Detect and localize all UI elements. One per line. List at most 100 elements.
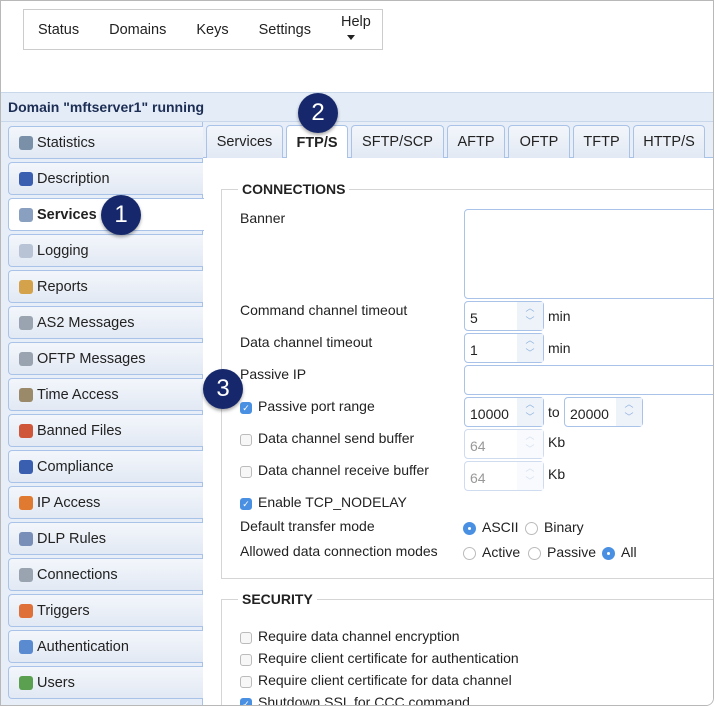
unit-kb: Kb [548,434,565,450]
send-buffer-checkbox[interactable] [240,434,252,446]
sidebar-item-connections[interactable]: Connections [8,558,203,591]
command-timeout-stepper[interactable]: 5 ︿﹀ [464,301,544,331]
sidebar-item-label: DLP Rules [37,531,106,547]
sidebar-item-dlp-rules[interactable]: DLP Rules [8,522,203,555]
receive-buffer-value: 64 [470,470,486,486]
port-to-stepper[interactable]: 20000︿﹀ [564,397,643,427]
security-checkbox[interactable] [240,676,252,688]
sidebar-item-label: Authentication [37,639,129,655]
tab-oftp[interactable]: OFTP [508,125,570,158]
send-buffer-label: Data channel send buffer [258,430,414,446]
sidebar-item-logging[interactable]: Logging [8,234,203,267]
stepper-arrows-icon[interactable]: ︿﹀ [517,334,543,362]
tab-tftp[interactable]: TFTP [573,125,630,158]
sidebar-item-label: Reports [37,279,88,295]
shield-icon [19,532,33,546]
receive-buffer-checkbox[interactable] [240,466,252,478]
passive-port-range-checkbox[interactable]: ✓ [240,402,252,414]
callout-badge-3: 3 [203,369,243,409]
trigger-icon [19,604,33,618]
security-checkbox[interactable]: ✓ [240,698,252,706]
passive-ip-label: Passive IP [240,366,306,382]
data-timeout-stepper[interactable]: 1︿﹀ [464,333,544,363]
security-checkbox[interactable] [240,654,252,666]
security-section: SECURITY [221,591,714,706]
security-checkbox[interactable] [240,632,252,644]
statistics-icon [19,136,33,150]
stepper-arrows-icon[interactable]: ︿﹀ [517,302,543,330]
security-option-label: Require client certificate for data chan… [258,672,512,688]
sidebar-item-oftp-messages[interactable]: OFTP Messages [8,342,203,375]
sidebar-item-banned-files[interactable]: Banned Files [8,414,203,447]
tcp-nodelay-label: Enable TCP_NODELAY [258,494,407,510]
receive-buffer-stepper[interactable]: 64︿﹀ [464,461,544,491]
menu-help[interactable]: Help [341,14,382,46]
port-from-stepper[interactable]: 10000︿﹀ [464,397,544,427]
active-radio[interactable] [463,547,476,560]
sidebar-item-compliance[interactable]: Compliance [8,450,203,483]
banner-textarea[interactable] [464,209,714,299]
stepper-arrows-icon[interactable]: ︿﹀ [517,398,543,426]
stepper-arrows-icon[interactable]: ︿﹀ [616,398,642,426]
command-timeout-value: 5 [470,310,478,326]
binary-radio[interactable] [525,522,538,535]
sidebar-item-authentication[interactable]: Authentication [8,630,203,663]
sidebar-item-label: Users [37,675,75,691]
person-icon [19,460,33,474]
connections-legend: CONNECTIONS [238,181,349,197]
sidebar-item-label: OFTP Messages [37,351,146,367]
transfer-mode-label: Default transfer mode [240,518,375,534]
sidebar-item-as2-messages[interactable]: AS2 Messages [8,306,203,339]
sidebar-item-users[interactable]: Users [8,666,203,699]
tab-http-s[interactable]: HTTP/S [633,125,705,158]
unit-min: min [548,308,571,324]
sidebar-item-label: Description [37,171,110,187]
passive-ip-input[interactable] [464,365,714,395]
tab-aftp[interactable]: AFTP [447,125,505,158]
ascii-radio[interactable] [463,522,476,535]
all-label: All [621,544,637,560]
tab-services[interactable]: Services [206,125,283,158]
app-window: Status Domains Keys Settings Help Domain… [0,0,714,706]
menu-keys[interactable]: Keys [196,22,228,38]
person-icon [19,172,33,186]
banned-file-icon [19,424,33,438]
sidebar-item-statistics[interactable]: Statistics [8,126,203,159]
sidebar-item-label: Connections [37,567,118,583]
sidebar-item-description[interactable]: Description [8,162,203,195]
unit-min: min [548,340,571,356]
receive-buffer-label: Data channel receive buffer [258,462,429,478]
menu-domains[interactable]: Domains [109,22,166,38]
tab-sftp-scp[interactable]: SFTP/SCP [351,125,444,158]
tcp-nodelay-checkbox[interactable]: ✓ [240,498,252,510]
sidebar-item-ip-access[interactable]: IP Access [8,486,203,519]
sidebar-item-label: Compliance [37,459,114,475]
caret-down-icon [347,35,355,40]
sidebar-item-label: Statistics [37,135,95,151]
sidebar-item-reports[interactable]: Reports [8,270,203,303]
banner-label: Banner [240,210,285,226]
menu-settings[interactable]: Settings [259,22,311,38]
sidebar-item-label: Triggers [37,603,90,619]
gears-icon [19,352,33,366]
sidebar-item-label: Logging [37,243,89,259]
security-option-label: Require data channel encryption [258,628,460,644]
active-label: Active [482,544,520,560]
send-buffer-stepper[interactable]: 64︿﹀ [464,429,544,459]
passive-port-range-label: Passive port range [258,398,375,414]
menu-status[interactable]: Status [38,22,79,38]
top-menu: Status Domains Keys Settings Help [23,9,383,50]
send-buffer-value: 64 [470,438,486,454]
passive-radio[interactable] [528,547,541,560]
domain-title: Domain "mftserver1" running [1,92,714,122]
id-card-icon [19,640,33,654]
sidebar-item-triggers[interactable]: Triggers [8,594,203,627]
all-radio[interactable] [602,547,615,560]
sidebar-item-label: IP Access [37,495,100,511]
sidebar-item-label: Services [37,207,97,223]
sidebar-item-time-access[interactable]: Time Access [8,378,203,411]
unit-kb: Kb [548,466,565,482]
callout-badge-2: 2 [298,93,338,133]
sidebar-item-label: Time Access [37,387,119,403]
passive-label: Passive [547,544,596,560]
